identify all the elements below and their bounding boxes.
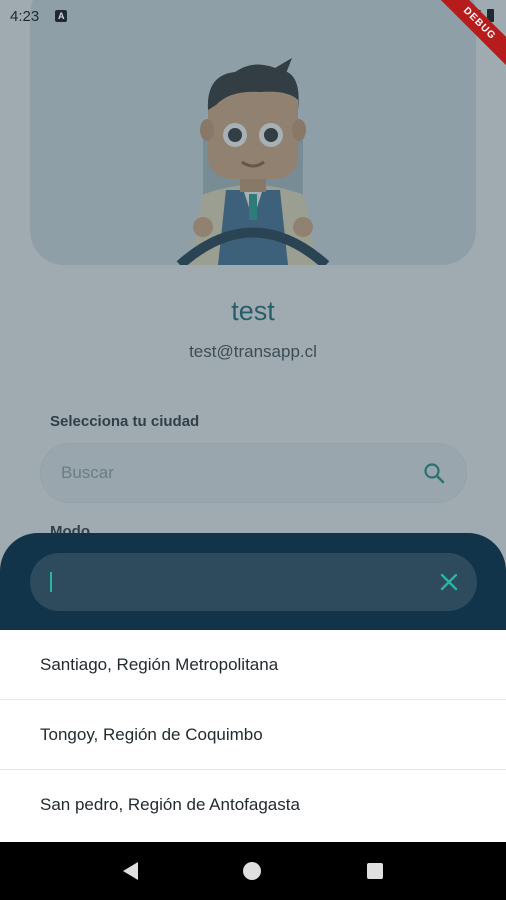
list-item[interactable]: Santiago, Región Metropolitana: [0, 630, 506, 700]
back-triangle-icon[interactable]: [122, 862, 138, 880]
status-bar: 4:23 A: [0, 0, 506, 32]
result-label: Tongoy, Región de Coquimbo: [40, 724, 263, 744]
close-icon[interactable]: [437, 570, 461, 594]
result-label: Santiago, Región Metropolitana: [40, 654, 279, 674]
list-item[interactable]: Tongoy, Región de Coquimbo: [0, 700, 506, 770]
sheet-search-input[interactable]: [30, 553, 477, 611]
system-nav-bar: [0, 842, 506, 900]
list-item[interactable]: San pedro, Región de Antofagasta: [0, 770, 506, 840]
result-label: San pedro, Región de Antofagasta: [40, 795, 300, 814]
city-results-list: Santiago, Región Metropolitana Tongoy, R…: [0, 630, 506, 842]
app-screen: 4:23 A DEBUG test test@transapp.cl Selec…: [0, 0, 506, 842]
recents-square-icon[interactable]: [367, 863, 384, 879]
notification-icon: A: [55, 10, 68, 22]
status-time: 4:23: [10, 7, 40, 25]
home-circle-icon[interactable]: [243, 862, 262, 880]
text-caret: [50, 572, 52, 592]
city-search-sheet: [0, 533, 506, 643]
